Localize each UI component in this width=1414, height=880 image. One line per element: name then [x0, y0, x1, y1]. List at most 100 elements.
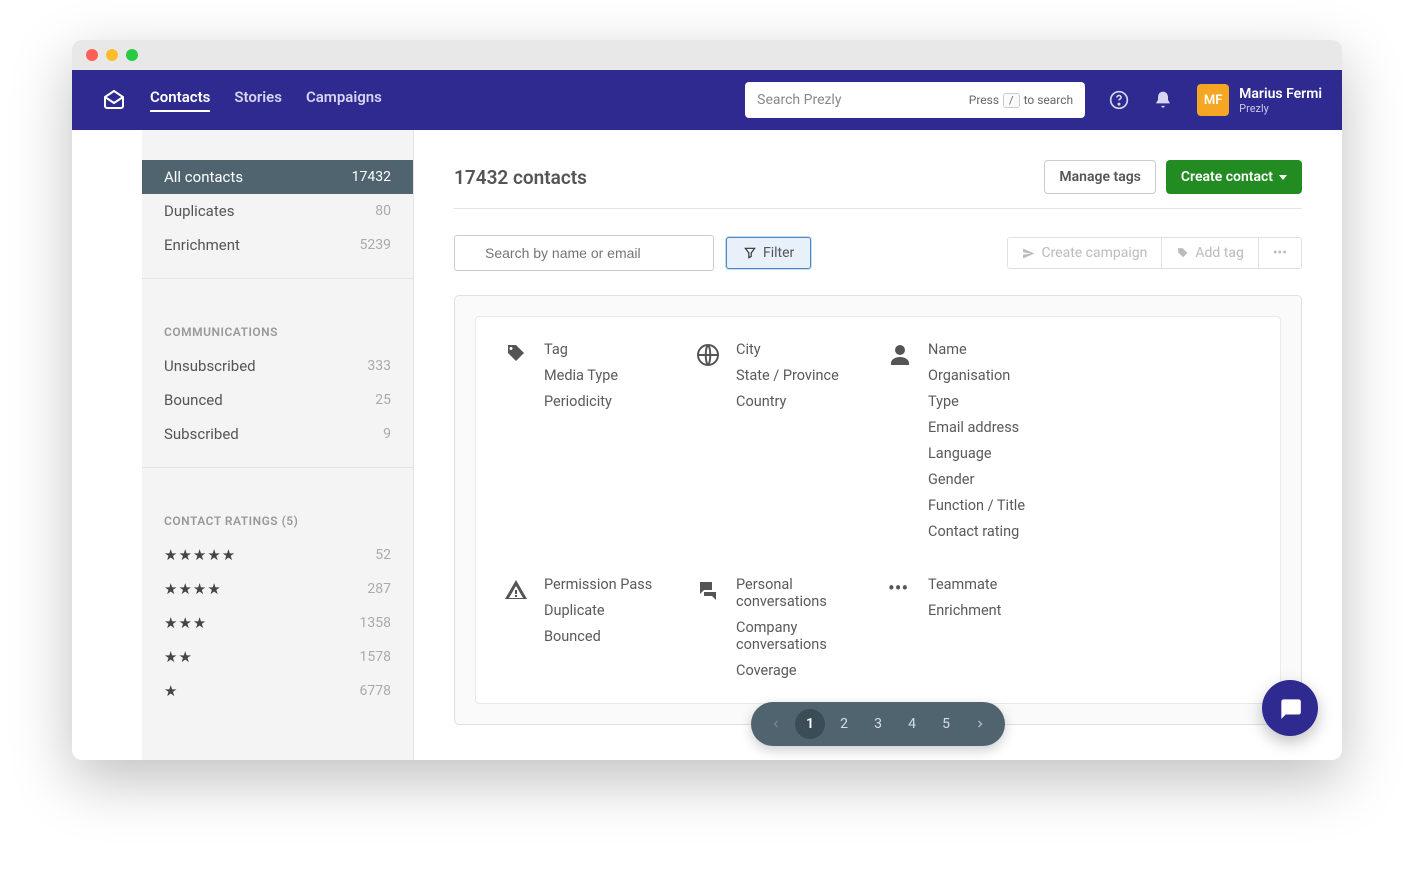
filter-name[interactable]: Name [928, 341, 1025, 358]
filter-tag[interactable]: Tag [544, 341, 618, 358]
filter-company-conversations[interactable]: Company conversations [736, 619, 868, 653]
page-5[interactable]: 5 [931, 709, 961, 739]
chat-icon [696, 576, 722, 679]
sidebar-item-count: 1358 [360, 615, 391, 631]
sidebar-all-contacts[interactable]: All contacts 17432 [142, 160, 413, 194]
filter-gender[interactable]: Gender [928, 471, 1025, 488]
nav-campaigns[interactable]: Campaigns [306, 88, 382, 112]
filter-bounced[interactable]: Bounced [544, 628, 652, 645]
sidebar-item-label: All contacts [164, 168, 243, 186]
filter-label: Filter [763, 245, 794, 261]
sidebar-rating-2[interactable]: ★★ 1578 [142, 640, 413, 674]
sidebar-item-count: 6778 [360, 683, 391, 699]
sidebar-rating-1[interactable]: ★ 6778 [142, 674, 413, 708]
filter-icon [743, 246, 757, 260]
more-icon: ••• [1273, 245, 1287, 261]
filter-group-conversations: Personal conversations Company conversat… [696, 576, 868, 679]
page-3[interactable]: 3 [863, 709, 893, 739]
sidebar-item-count: 287 [367, 581, 391, 597]
filter-teammate[interactable]: Teammate [928, 576, 1001, 593]
sidebar-item-label: ★★★ [164, 614, 207, 632]
sidebar-section-communications: COMMUNICATIONS [142, 295, 413, 349]
nav-contacts[interactable]: Contacts [150, 88, 210, 112]
filter-enrichment[interactable]: Enrichment [928, 602, 1001, 619]
filter-permission-pass[interactable]: Permission Pass [544, 576, 652, 593]
notifications-icon[interactable] [1153, 90, 1173, 110]
filter-organisation[interactable]: Organisation [928, 367, 1025, 384]
sidebar-item-label: ★★★★★ [164, 546, 236, 564]
window-minimize[interactable] [106, 49, 118, 61]
sidebar-subscribed[interactable]: Subscribed 9 [142, 417, 413, 451]
user-avatar: MF [1197, 84, 1229, 116]
create-contact-label: Create contact [1181, 169, 1273, 185]
sidebar-item-label: Enrichment [164, 236, 240, 254]
sidebar-bounced[interactable]: Bounced 25 [142, 383, 413, 417]
filter-coverage[interactable]: Coverage [736, 662, 868, 679]
sidebar-item-label: ★ [164, 682, 178, 700]
sidebar-item-label: Duplicates [164, 202, 234, 220]
create-contact-button[interactable]: Create contact [1166, 160, 1302, 194]
filter-group-tag: Tag Media Type Periodicity [504, 341, 676, 540]
filter-email[interactable]: Email address [928, 419, 1025, 436]
sidebar-item-count: 17432 [352, 169, 391, 185]
intercom-launcher[interactable] [1262, 680, 1318, 736]
filter-language[interactable]: Language [928, 445, 1025, 462]
create-campaign-button: Create campaign [1008, 238, 1162, 268]
search-hotkey: / [1003, 93, 1020, 108]
page-1[interactable]: 1 [795, 709, 825, 739]
page-title: 17432 contacts [454, 166, 587, 189]
search-hint: Press / to search [969, 93, 1073, 108]
page-4[interactable]: 4 [897, 709, 927, 739]
filter-media-type[interactable]: Media Type [544, 367, 618, 384]
window-maximize[interactable] [126, 49, 138, 61]
filter-duplicate[interactable]: Duplicate [544, 602, 652, 619]
sidebar-duplicates[interactable]: Duplicates 80 [142, 194, 413, 228]
sidebar-item-label: ★★ [164, 648, 193, 666]
page-2[interactable]: 2 [829, 709, 859, 739]
page-next[interactable] [965, 709, 995, 739]
filter-panel: Tag Media Type Periodicity City State / … [454, 295, 1302, 725]
sidebar-item-count: 333 [367, 358, 391, 374]
filter-group-warning: Permission Pass Duplicate Bounced [504, 576, 676, 679]
global-search[interactable]: Search Prezly Press / to search [745, 82, 1085, 118]
disabled-actions: Create campaign Add tag ••• [1007, 237, 1302, 269]
sidebar: All contacts 17432 Duplicates 80 Enrichm… [142, 130, 414, 760]
sidebar-rating-3[interactable]: ★★★ 1358 [142, 606, 413, 640]
top-nav: Contacts Stories Campaigns Search Prezly… [72, 70, 1342, 130]
filter-type[interactable]: Type [928, 393, 1025, 410]
page-prev [761, 709, 791, 739]
sidebar-rating-5[interactable]: ★★★★★ 52 [142, 538, 413, 572]
sidebar-unsubscribed[interactable]: Unsubscribed 333 [142, 349, 413, 383]
sidebar-enrichment[interactable]: Enrichment 5239 [142, 228, 413, 262]
chevron-down-icon [1279, 175, 1287, 180]
sidebar-item-count: 5239 [360, 237, 391, 253]
user-menu[interactable]: MF Marius Fermi Prezly [1197, 84, 1322, 116]
sidebar-item-count: 52 [375, 547, 391, 563]
sidebar-item-count: 80 [375, 203, 391, 219]
sidebar-rating-4[interactable]: ★★★★ 287 [142, 572, 413, 606]
main-content: 17432 contacts Manage tags Create contac… [414, 130, 1342, 760]
nav-stories[interactable]: Stories [234, 88, 282, 112]
filter-country[interactable]: Country [736, 393, 839, 410]
dots-icon: ••• [888, 576, 914, 679]
filter-function[interactable]: Function / Title [928, 497, 1025, 514]
manage-tags-button[interactable]: Manage tags [1044, 160, 1155, 194]
filter-periodicity[interactable]: Periodicity [544, 393, 618, 410]
app-logo[interactable] [102, 88, 126, 112]
sidebar-item-label: Bounced [164, 391, 223, 409]
filter-contact-rating[interactable]: Contact rating [928, 523, 1025, 540]
person-icon [888, 341, 914, 540]
filter-state[interactable]: State / Province [736, 367, 839, 384]
globe-icon [696, 341, 722, 540]
global-search-placeholder: Search Prezly [757, 92, 841, 108]
contacts-search-input[interactable] [454, 235, 714, 271]
filter-group-other: ••• Teammate Enrichment [888, 576, 1060, 679]
user-name: Marius Fermi [1239, 86, 1322, 102]
window-close[interactable] [86, 49, 98, 61]
sidebar-section-ratings: CONTACT RATINGS (5) [142, 484, 413, 538]
filter-personal-conversations[interactable]: Personal conversations [736, 576, 868, 610]
help-icon[interactable] [1109, 90, 1129, 110]
filter-button[interactable]: Filter [726, 237, 811, 269]
filter-city[interactable]: City [736, 341, 839, 358]
sidebar-item-count: 9 [383, 426, 391, 442]
